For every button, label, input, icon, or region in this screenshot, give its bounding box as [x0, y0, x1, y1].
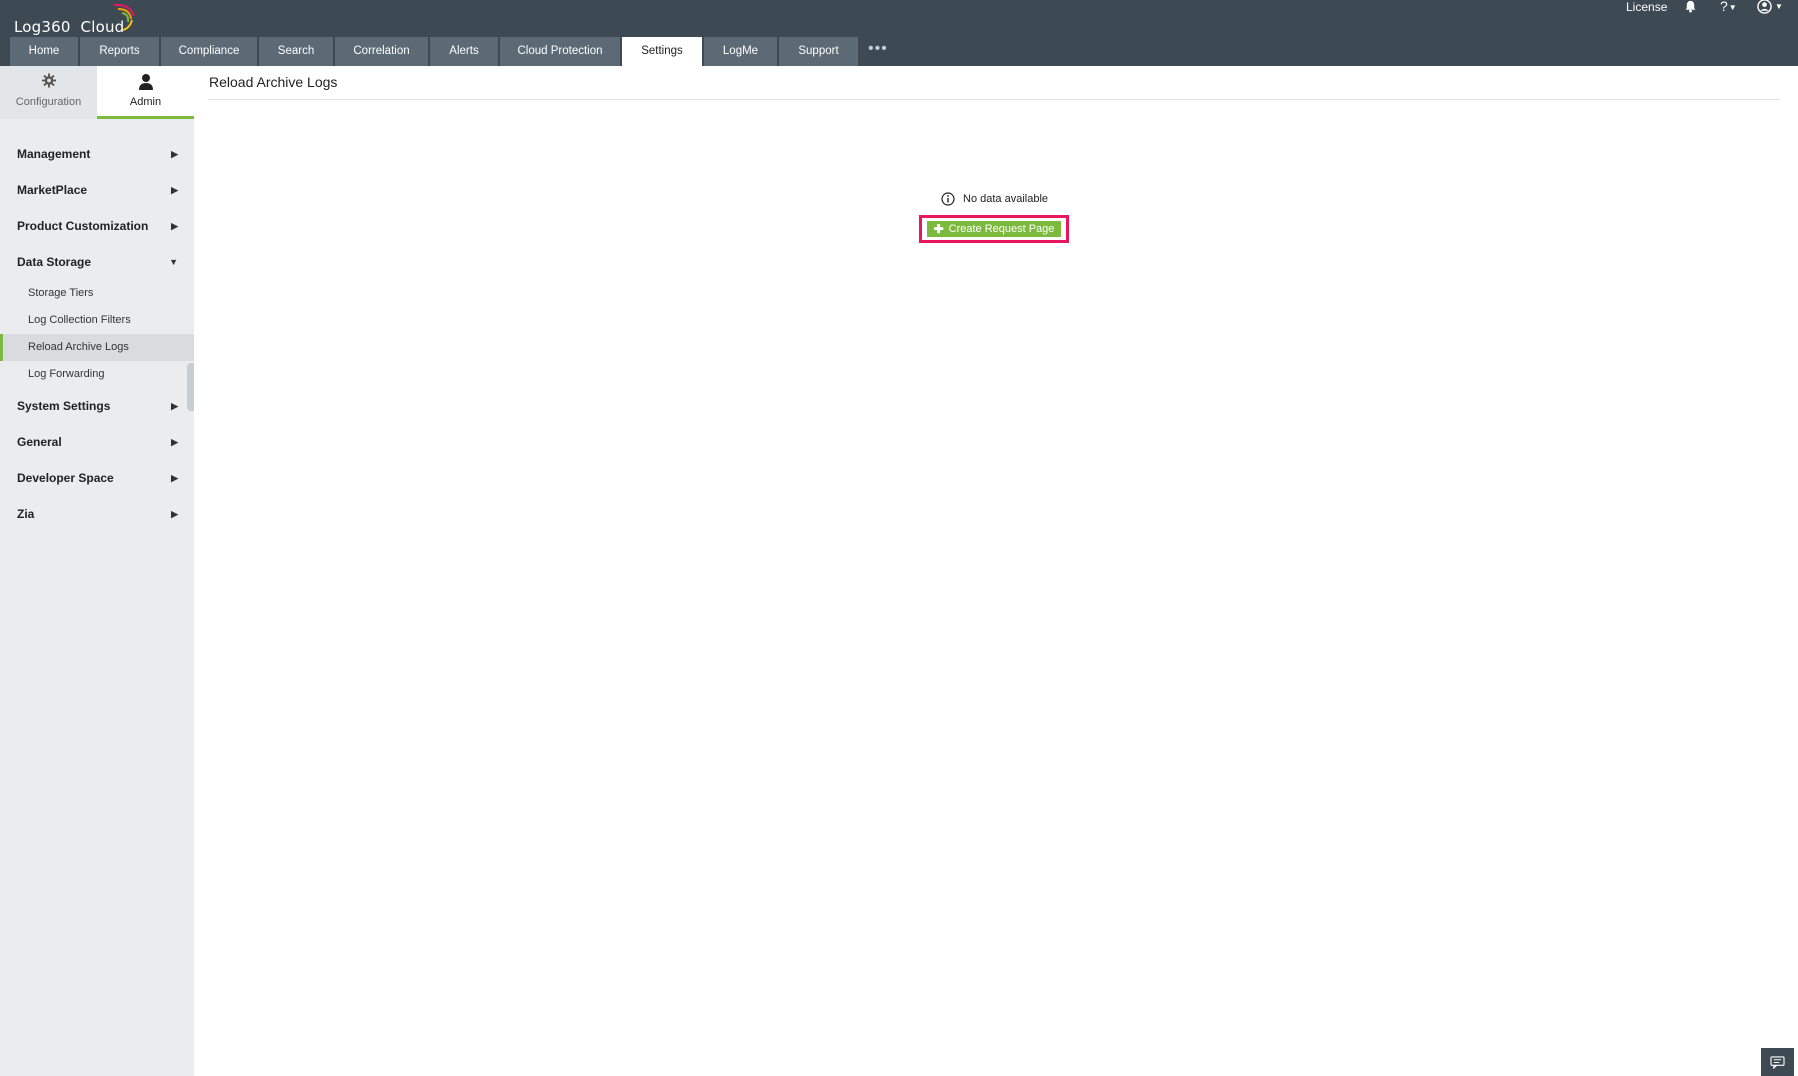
- main-content: Reload Archive Logs No data available ✚ …: [194, 66, 1798, 1076]
- chat-icon: [1770, 1055, 1785, 1069]
- tab-search[interactable]: Search: [259, 37, 333, 66]
- tab-logme[interactable]: LogMe: [704, 37, 777, 66]
- sidebar-item-developer-space[interactable]: Developer Space ▶: [0, 460, 194, 496]
- top-header: Log360 Cloud License ?▼ ▼ Home Reports C…: [0, 0, 1798, 66]
- sidebar-item-marketplace[interactable]: MarketPlace ▶: [0, 172, 194, 208]
- configuration-label: Configuration: [15, 96, 82, 108]
- plus-icon: ✚: [933, 222, 944, 236]
- caret-right-icon: ▶: [171, 437, 178, 447]
- admin-label: Admin: [129, 96, 162, 108]
- main-tabs: Home Reports Compliance Search Correlati…: [10, 37, 896, 66]
- sidebar-item-label: General: [17, 435, 62, 449]
- sidebar-item-management[interactable]: Management ▶: [0, 136, 194, 172]
- tab-correlation[interactable]: Correlation: [335, 37, 428, 66]
- sidebar-item-zia[interactable]: Zia ▶: [0, 496, 194, 532]
- sidebar-collapse-handle[interactable]: [187, 363, 194, 411]
- create-request-page-button[interactable]: ✚ Create Request Page: [927, 221, 1061, 237]
- sidebar-subitem-reload-archive-logs[interactable]: Reload Archive Logs: [0, 334, 194, 361]
- sidebar: Configuration Admin Management ▶ MarketPl…: [0, 66, 194, 1076]
- sidebar-subitem-log-collection-filters[interactable]: Log Collection Filters: [0, 307, 194, 334]
- app-logo[interactable]: Log360 Cloud: [14, 3, 135, 36]
- chevron-down-icon: ▼: [1775, 2, 1783, 11]
- caret-right-icon: ▶: [171, 221, 178, 231]
- configuration-mode-button[interactable]: Configuration: [0, 66, 97, 119]
- sidebar-subitem-storage-tiers[interactable]: Storage Tiers: [0, 280, 194, 307]
- user-icon: [1757, 0, 1772, 14]
- user-icon: [138, 74, 153, 90]
- help-menu[interactable]: ?▼: [1720, 0, 1737, 14]
- sidebar-item-data-storage[interactable]: Data Storage ▼: [0, 244, 194, 280]
- license-link[interactable]: License: [1626, 0, 1667, 14]
- sidebar-subitem-log-forwarding[interactable]: Log Forwarding: [0, 361, 194, 388]
- title-divider: [208, 99, 1780, 100]
- caret-right-icon: ▶: [171, 473, 178, 483]
- chevron-down-icon: ▼: [1728, 2, 1737, 12]
- empty-message: No data available: [963, 193, 1049, 205]
- more-tabs-icon[interactable]: •••: [860, 37, 896, 66]
- tab-settings[interactable]: Settings: [622, 37, 702, 66]
- sidebar-item-label: Developer Space: [17, 471, 114, 485]
- caret-right-icon: ▶: [171, 185, 178, 195]
- caret-down-icon: ▼: [169, 257, 178, 267]
- info-icon: [941, 192, 955, 206]
- page-title: Reload Archive Logs: [209, 74, 338, 90]
- sidebar-item-system-settings[interactable]: System Settings ▶: [0, 388, 194, 424]
- chat-button[interactable]: [1761, 1048, 1794, 1076]
- logo-arc-icon: [113, 3, 135, 31]
- caret-right-icon: ▶: [171, 149, 178, 159]
- sidebar-item-general[interactable]: General ▶: [0, 424, 194, 460]
- sidebar-menu: Management ▶ MarketPlace ▶ Product Customi…: [0, 136, 194, 532]
- sidebar-item-label: System Settings: [17, 399, 111, 413]
- create-request-highlight: ✚ Create Request Page: [919, 215, 1069, 243]
- tab-home[interactable]: Home: [10, 37, 78, 66]
- caret-right-icon: ▶: [171, 509, 178, 519]
- tab-support[interactable]: Support: [779, 37, 858, 66]
- bell-icon[interactable]: [1684, 0, 1697, 18]
- create-request-page-label: Create Request Page: [948, 223, 1055, 235]
- caret-right-icon: ▶: [171, 401, 178, 411]
- admin-mode-button[interactable]: Admin: [97, 66, 194, 119]
- help-icon: ?: [1720, 0, 1728, 14]
- sidebar-item-label: Data Storage: [17, 255, 92, 269]
- tab-alerts[interactable]: Alerts: [430, 37, 498, 66]
- sidebar-item-label: Zia: [17, 507, 35, 521]
- user-menu[interactable]: ▼: [1757, 0, 1783, 14]
- tab-cloud-protection[interactable]: Cloud Protection: [500, 37, 620, 66]
- sidebar-item-label: Product Customization: [17, 219, 149, 233]
- sidebar-item-label: Management: [17, 147, 91, 161]
- sidebar-item-label: MarketPlace: [17, 183, 88, 197]
- empty-state: No data available: [941, 192, 1048, 206]
- tab-reports[interactable]: Reports: [80, 37, 159, 66]
- tab-compliance[interactable]: Compliance: [161, 37, 257, 66]
- gear-icon: [41, 73, 56, 88]
- mode-switcher: Configuration Admin: [0, 66, 194, 119]
- sidebar-item-product-customization[interactable]: Product Customization ▶: [0, 208, 194, 244]
